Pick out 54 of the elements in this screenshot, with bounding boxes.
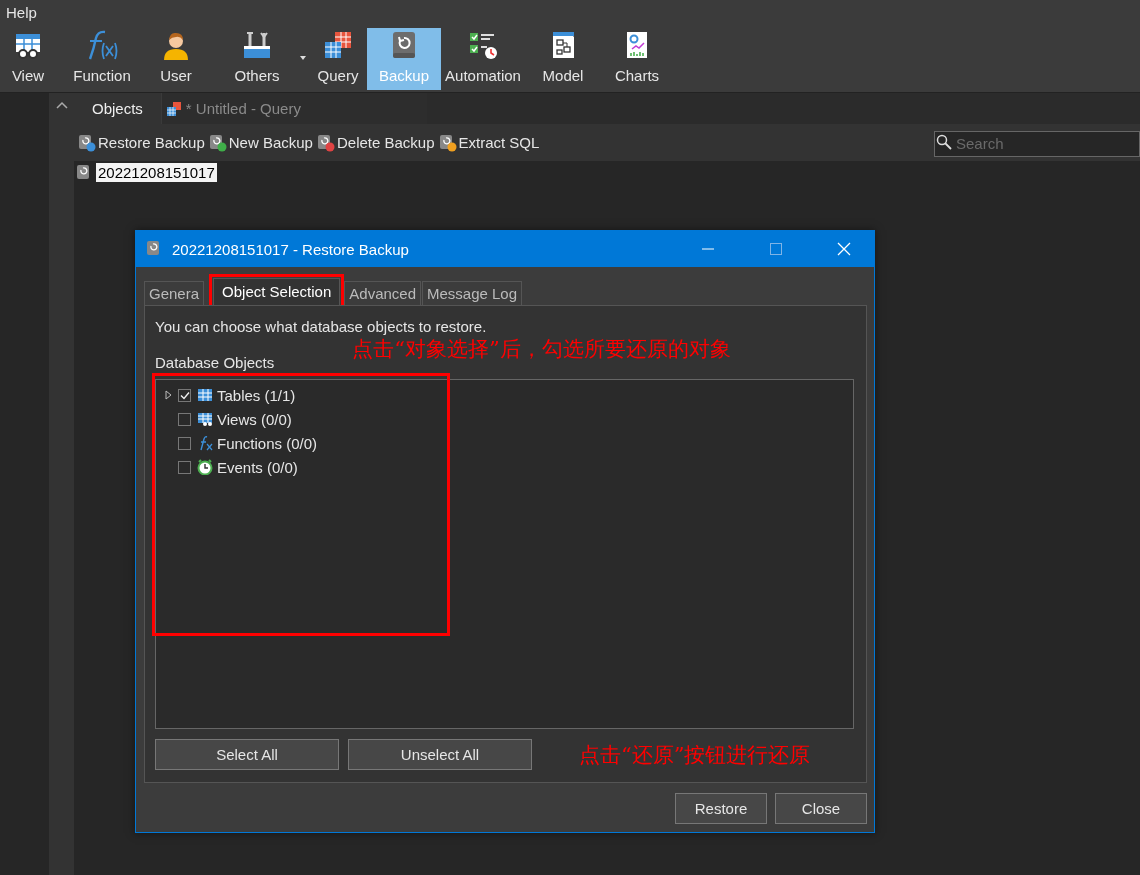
tree-item[interactable]: Events (0/0) (217, 458, 298, 476)
checkbox[interactable] (178, 388, 191, 402)
toolbar-button[interactable]: Query (310, 28, 366, 90)
dialog-title: 20221208151017 - Restore Backup (172, 240, 410, 258)
toolbar-button[interactable]: Restore Backup (78, 133, 205, 152)
document-tab[interactable]: Objects (74, 93, 161, 124)
annotation-text: 点击“对象选择”后，勾选所要还原的对象 (352, 336, 731, 363)
new-backup-icon (208, 133, 227, 152)
check-icon (179, 390, 190, 400)
dialog-tab[interactable]: Genera (144, 281, 205, 305)
toolbar-button[interactable]: View (0, 28, 56, 90)
checkbox[interactable] (178, 436, 191, 450)
collapse-icon[interactable] (55, 101, 68, 109)
query-icon (322, 29, 354, 61)
toolbar-button[interactable]: Charts (602, 28, 672, 90)
toolbar-button[interactable]: New Backup (208, 133, 313, 152)
search-field[interactable]: Search (934, 130, 1140, 157)
menu-item[interactable]: Help (6, 3, 37, 21)
toolbar-button[interactable]: Automation (442, 28, 524, 90)
panel-button[interactable]: Select All (155, 739, 339, 770)
toolbar-button[interactable]: Delete Backup (316, 133, 435, 152)
toolbar-button[interactable]: Others (205, 28, 309, 90)
checkbox[interactable] (178, 412, 191, 426)
expand-icon[interactable] (164, 390, 172, 400)
section-label: Database Objects (155, 354, 275, 371)
dialog-button[interactable]: Restore (675, 793, 767, 824)
panel-button[interactable]: Unselect All (348, 739, 532, 770)
restore-backup-icon (78, 133, 96, 152)
function-icon (197, 435, 213, 451)
dialog-tab[interactable]: Advanced (344, 281, 421, 305)
tree-item[interactable]: Tables (1/1) (217, 386, 296, 404)
dialog-button[interactable]: Close (775, 793, 867, 824)
table-view-icon (197, 411, 213, 427)
tree-item[interactable]: Functions (0/0) (217, 434, 318, 452)
toolbar-button[interactable]: Model (525, 28, 601, 90)
close-icon[interactable] (837, 242, 851, 256)
toolbar-button[interactable]: User (148, 28, 204, 90)
dialog-tab[interactable]: Message Log (422, 281, 523, 305)
query-icon (165, 100, 182, 117)
backup-item[interactable]: 20221208151017 (96, 163, 217, 182)
table-icon (197, 387, 213, 403)
delete-backup-icon (316, 133, 335, 152)
extract-sql-icon (438, 133, 457, 152)
checkbox[interactable] (178, 460, 191, 474)
toolbar-button[interactable]: Extract SQL (438, 133, 540, 152)
description-text: You can choose what database objects to restore. (155, 318, 488, 335)
clock-icon (197, 459, 213, 475)
function-icon (86, 29, 118, 61)
toolbox-icon (241, 29, 273, 61)
toolbar-button[interactable]: Function (57, 28, 147, 90)
tree-item[interactable]: Views (0/0) (217, 410, 292, 428)
caret-icon[interactable] (300, 56, 306, 60)
search-icon (936, 133, 952, 150)
annotation-text: 点击“还原”按钮进行还原 (579, 741, 811, 769)
